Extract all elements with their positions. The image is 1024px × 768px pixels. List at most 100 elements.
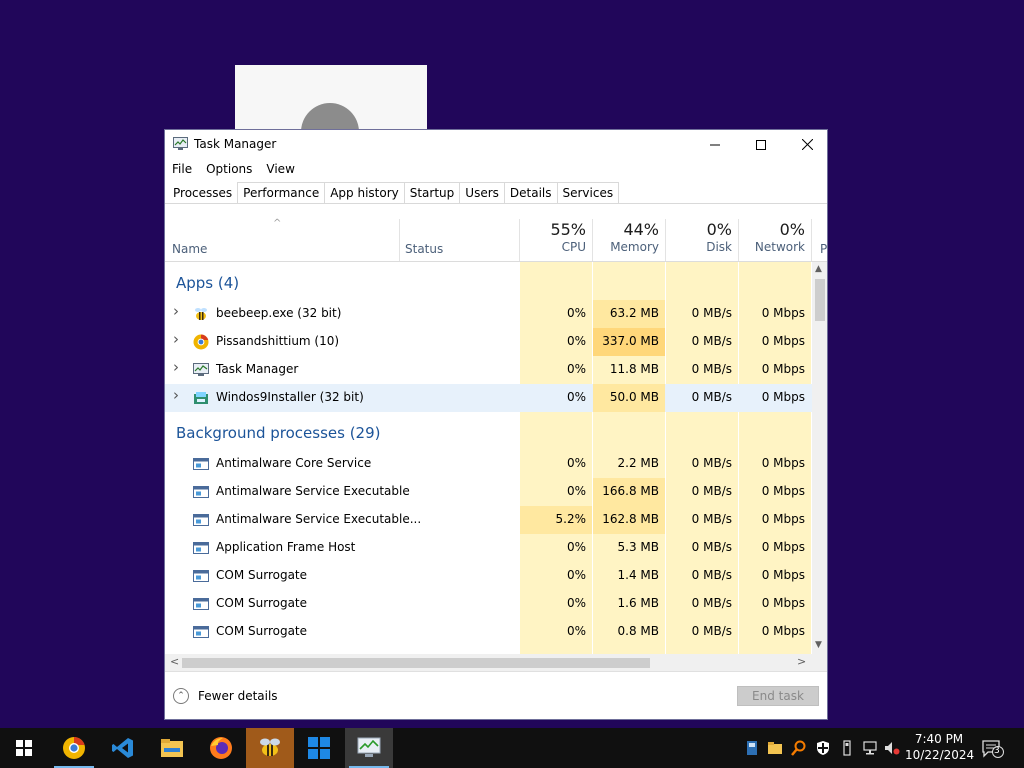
- process-disk-value: 0 MB/s: [691, 456, 732, 470]
- table-row[interactable]: › Pissandshittium (10) 0% 337.0 MB 0 MB/s 0 M…: [165, 328, 812, 356]
- table-row[interactable]: › beebeep.exe (32 bit) 0% 63.2 MB 0 MB/s 0 Mb…: [165, 300, 812, 328]
- tab-services[interactable]: Services: [556, 182, 620, 204]
- column-divider[interactable]: [399, 219, 400, 261]
- process-name: Pissandshittium (10): [216, 334, 340, 348]
- scroll-down-icon[interactable]: ▼: [815, 640, 822, 650]
- volume-muted-icon[interactable]: [884, 740, 900, 756]
- process-net-value: 0 Mbps: [761, 596, 805, 610]
- avatar-placeholder: [301, 103, 359, 131]
- process-name: COM Surrogate: [216, 596, 308, 610]
- disk-label: Disk: [706, 240, 732, 254]
- process-list: › beebeep.exe (32 bit) 0% 63.2 MB 0 MB/s 0 Mb…: [165, 262, 812, 654]
- menu-file[interactable]: File: [165, 160, 199, 180]
- expand-chevron-icon[interactable]: ›: [173, 386, 179, 404]
- horizontal-scrollbar[interactable]: < >: [165, 654, 812, 671]
- browser-icon: [63, 737, 85, 759]
- service-window-icon: [193, 458, 209, 470]
- table-row[interactable]: › Windos9Installer (32 bit) 0% 50.0 MB 0 MB/…: [165, 384, 812, 412]
- scroll-left-icon[interactable]: <: [170, 655, 179, 668]
- service-window-icon: [193, 598, 209, 610]
- background-window[interactable]: [235, 65, 427, 131]
- task-manager-icon: [173, 137, 188, 150]
- tab-performance[interactable]: Performance: [237, 182, 326, 204]
- tab-startup[interactable]: Startup: [403, 182, 461, 204]
- firefox-icon: [210, 737, 232, 759]
- folder-icon: [161, 739, 183, 757]
- table-row-partial[interactable]: [165, 646, 812, 654]
- network-icon[interactable]: [862, 740, 878, 756]
- table-row[interactable]: COM Surrogate 0% 1.6 MB 0 MB/s 0 Mbps: [165, 590, 812, 618]
- column-status-header[interactable]: Status: [405, 242, 443, 256]
- column-memory-header[interactable]: 44% Memory: [593, 220, 659, 254]
- table-row[interactable]: › Task Manager 0% 11.8 MB 0 MB/s 0 Mbps: [165, 356, 812, 384]
- installer-icon: [194, 392, 208, 404]
- security-shield-icon[interactable]: [815, 740, 831, 756]
- process-cpu-value: 0%: [566, 334, 586, 348]
- maximize-button[interactable]: [738, 130, 784, 159]
- group-background-header[interactable]: Background processes (29): [176, 424, 381, 442]
- process-cpu-value: 5.2%: [555, 512, 587, 526]
- column-network-header[interactable]: 0% Network: [739, 220, 805, 254]
- table-row[interactable]: Application Frame Host 0% 5.3 MB 0 MB/s 0 Mb…: [165, 534, 812, 562]
- tab-users[interactable]: Users: [459, 182, 505, 204]
- close-button[interactable]: [784, 130, 827, 159]
- title-bar[interactable]: Task Manager: [165, 130, 827, 159]
- menu-options[interactable]: Options: [199, 160, 259, 180]
- column-power-header-cut[interactable]: P: [820, 242, 827, 256]
- system-clock[interactable]: 7:40 PM 10/22/2024: [905, 731, 975, 763]
- table-row[interactable]: COM Surrogate 0% 0.8 MB 0 MB/s 0 Mbps: [165, 618, 812, 646]
- process-mem-value: 162.8 MB: [602, 512, 659, 526]
- process-disk-value: 0 MB/s: [691, 334, 732, 348]
- column-cpu-header[interactable]: 55% CPU: [520, 220, 586, 254]
- process-cpu-value: 0%: [566, 362, 586, 376]
- process-cpu-value: 0%: [566, 568, 586, 582]
- taskbar-firefox[interactable]: [197, 728, 245, 768]
- maximize-icon: [756, 139, 766, 150]
- process-net-value: 0 Mbps: [761, 624, 805, 638]
- process-name: beebeep.exe (32 bit): [216, 306, 342, 320]
- process-net-value: 0 Mbps: [761, 484, 805, 498]
- column-divider[interactable]: [811, 219, 812, 261]
- end-task-button[interactable]: End task: [737, 686, 819, 706]
- group-apps-header[interactable]: Apps (4): [176, 274, 239, 292]
- fewer-details-button[interactable]: ⌃ Fewer details: [173, 688, 278, 704]
- usb-drive-icon[interactable]: [839, 740, 855, 756]
- tab-details[interactable]: Details: [503, 182, 558, 204]
- taskbar-task-manager[interactable]: [345, 728, 393, 768]
- memory-percent: 44%: [623, 220, 659, 239]
- bee-icon: [260, 738, 280, 756]
- column-name-header[interactable]: Name: [172, 242, 207, 256]
- vertical-scroll-thumb[interactable]: [815, 279, 825, 321]
- service-window-icon: [193, 626, 209, 638]
- process-name: Antimalware Core Service: [216, 456, 372, 470]
- taskbar-installer[interactable]: [295, 728, 343, 768]
- taskbar-browser[interactable]: [50, 728, 98, 768]
- minimize-button[interactable]: [692, 130, 738, 159]
- column-disk-header[interactable]: 0% Disk: [666, 220, 732, 254]
- search-tray-icon[interactable]: [791, 740, 807, 756]
- expand-chevron-icon[interactable]: ›: [173, 358, 179, 376]
- scroll-up-icon[interactable]: ▲: [815, 264, 822, 274]
- taskbar-file-explorer[interactable]: [148, 728, 196, 768]
- process-mem-value: 2.2 MB: [617, 456, 659, 470]
- notification-center-button[interactable]: 3: [982, 740, 1004, 761]
- table-row[interactable]: COM Surrogate 0% 1.4 MB 0 MB/s 0 Mbps: [165, 562, 812, 590]
- expand-chevron-icon[interactable]: ›: [173, 330, 179, 348]
- table-row[interactable]: Antimalware Core Service 0% 2.2 MB 0 MB/s 0 …: [165, 450, 812, 478]
- tab-app-history[interactable]: App history: [324, 182, 405, 204]
- table-row[interactable]: Antimalware Service Executable 0% 166.8 MB…: [165, 478, 812, 506]
- start-button[interactable]: [0, 728, 48, 768]
- table-row[interactable]: Antimalware Service Executable... 5.2% 162…: [165, 506, 812, 534]
- taskbar-beebeep[interactable]: [246, 728, 294, 768]
- folder-tray-icon[interactable]: [767, 740, 783, 756]
- menu-view[interactable]: View: [259, 160, 301, 180]
- process-mem-value: 1.4 MB: [617, 568, 659, 582]
- expand-chevron-icon[interactable]: ›: [173, 302, 179, 320]
- network-adapter-icon[interactable]: [744, 740, 760, 756]
- scroll-right-icon[interactable]: >: [797, 655, 806, 668]
- clock-date: 10/22/2024: [905, 748, 975, 762]
- vertical-scrollbar[interactable]: ▲ ▼: [812, 262, 827, 654]
- tab-processes[interactable]: Processes: [167, 182, 239, 204]
- taskbar-vscode[interactable]: [99, 728, 147, 768]
- horizontal-scroll-thumb[interactable]: [182, 658, 650, 668]
